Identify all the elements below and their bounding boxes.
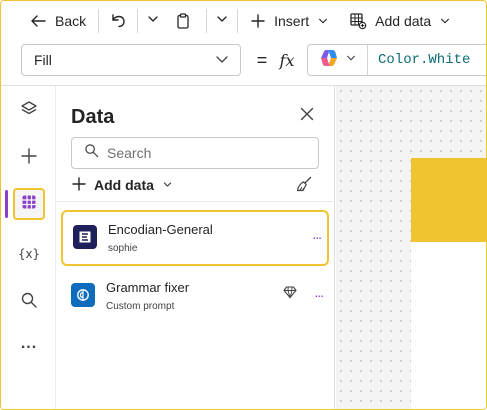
pane-title: Data xyxy=(71,106,115,128)
add-data-toolbar-label: Add data xyxy=(375,13,432,29)
chevron-down-icon xyxy=(317,15,329,27)
rail-tree-view-button[interactable] xyxy=(13,95,45,127)
add-data-label: Add data xyxy=(94,177,154,193)
encodian-logo-icon xyxy=(73,225,97,249)
database-table-icon xyxy=(349,12,367,30)
add-data-button[interactable]: Add data xyxy=(72,175,173,195)
chevron-down-icon xyxy=(345,51,357,69)
toolbar-divider xyxy=(137,9,139,33)
back-label: Back xyxy=(55,13,87,29)
clipboard-icon xyxy=(174,12,192,30)
app-frame: Back Insert Add data Fill = fx Color.Whi… xyxy=(0,0,487,410)
data-search-box[interactable] xyxy=(71,137,319,169)
connection-subtitle: Custom prompt xyxy=(106,301,175,312)
paste-button[interactable] xyxy=(164,7,202,35)
chevron-down-icon xyxy=(215,12,229,31)
copilot-button[interactable] xyxy=(308,45,368,75)
insert-button[interactable]: Insert xyxy=(242,7,337,35)
pane-divider xyxy=(56,201,335,202)
chevron-down-icon xyxy=(439,15,451,27)
add-data-toolbar-button[interactable]: Add data xyxy=(337,7,459,35)
fx-icon: fx xyxy=(279,50,295,70)
command-bar: Back Insert Add data xyxy=(1,1,486,41)
insert-label: Insert xyxy=(274,13,310,29)
connection-item-encodian-general[interactable]: Encodian-General sophie ... xyxy=(61,210,329,266)
connection-item-grammar-fixer[interactable]: Grammar fixer Custom prompt ... xyxy=(61,270,329,326)
chevron-down-icon xyxy=(214,51,230,70)
property-dropdown[interactable]: Fill xyxy=(21,44,241,76)
data-table-icon xyxy=(21,194,37,215)
plus-icon xyxy=(20,147,38,170)
ai-prompt-icon xyxy=(71,283,95,307)
property-value: Fill xyxy=(34,52,52,68)
search-icon xyxy=(84,143,99,163)
equals-sign: = xyxy=(256,49,268,70)
copilot-icon xyxy=(319,48,339,73)
premium-diamond-icon xyxy=(283,285,297,304)
plus-icon xyxy=(72,176,86,194)
rail-data-button[interactable] xyxy=(13,188,45,220)
data-search-input[interactable] xyxy=(107,145,307,161)
undo-button[interactable] xyxy=(103,7,133,35)
clear-cache-button[interactable] xyxy=(293,175,315,197)
formula-text: Color.White xyxy=(378,52,471,68)
back-button[interactable]: Back xyxy=(21,7,94,35)
rail-more-button[interactable]: ... xyxy=(13,332,45,364)
undo-dropdown-button[interactable] xyxy=(142,7,164,35)
paste-dropdown-button[interactable] xyxy=(211,7,233,35)
broom-icon xyxy=(295,175,313,198)
rail-search-button[interactable] xyxy=(13,286,45,318)
search-icon xyxy=(20,291,38,314)
connection-name: Encodian-General xyxy=(108,222,213,237)
rail-insert-button[interactable] xyxy=(13,142,45,174)
layers-icon xyxy=(20,100,38,123)
connection-name: Grammar fixer xyxy=(106,280,190,295)
active-rail-indicator xyxy=(5,190,8,218)
variables-icon: {x} xyxy=(18,247,40,261)
plus-icon xyxy=(250,13,266,29)
chevron-down-icon xyxy=(162,177,173,193)
connection-subtitle: sophie xyxy=(108,243,138,254)
more-icon: ... xyxy=(20,335,38,352)
screen-header-bar[interactable] xyxy=(411,158,486,242)
toolbar-divider xyxy=(98,9,100,33)
toolbar-divider xyxy=(206,9,208,33)
formula-bar: Fill = fx Color.White xyxy=(21,44,486,76)
undo-icon xyxy=(109,12,127,30)
formula-input[interactable]: Color.White xyxy=(307,44,486,76)
connection-more-button[interactable]: ... xyxy=(312,226,322,242)
close-icon xyxy=(300,107,314,126)
data-pane: Data Add data xyxy=(55,86,335,409)
chevron-down-icon xyxy=(146,12,160,31)
toolbar-divider xyxy=(237,9,239,33)
rail-variables-button[interactable]: {x} xyxy=(13,238,45,270)
left-rail: {x} ... xyxy=(1,86,55,409)
close-pane-button[interactable] xyxy=(296,105,318,127)
connection-more-button[interactable]: ... xyxy=(314,284,324,300)
back-arrow-icon xyxy=(29,12,47,30)
